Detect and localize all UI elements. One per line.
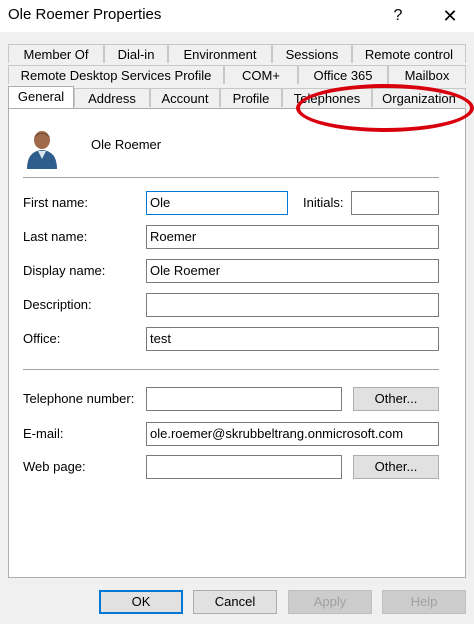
tab-organization[interactable]: Organization bbox=[372, 88, 466, 107]
last-name-label: Last name: bbox=[23, 229, 88, 244]
dialog-body: Member Of Dial-in Environment Sessions R… bbox=[0, 32, 474, 624]
apply-button[interactable]: Apply bbox=[288, 590, 372, 614]
user-display-name: Ole Roemer bbox=[91, 137, 162, 152]
telephone-field[interactable] bbox=[146, 387, 342, 411]
description-field[interactable] bbox=[146, 293, 439, 317]
tab-dial-in[interactable]: Dial-in bbox=[104, 44, 168, 63]
tab-account[interactable]: Account bbox=[150, 88, 220, 107]
last-name-field[interactable]: Roemer bbox=[146, 225, 439, 249]
web-page-label: Web page: bbox=[23, 459, 86, 474]
tab-address[interactable]: Address bbox=[74, 88, 150, 107]
tab-office-365[interactable]: Office 365 bbox=[298, 65, 388, 84]
tab-mailbox[interactable]: Mailbox bbox=[388, 65, 466, 84]
telephone-label: Telephone number: bbox=[23, 391, 135, 406]
first-name-label: First name: bbox=[23, 195, 89, 210]
description-label: Description: bbox=[23, 297, 92, 312]
help-button[interactable]: Help bbox=[382, 590, 466, 614]
initials-field[interactable] bbox=[351, 191, 439, 215]
tab-telephones[interactable]: Telephones bbox=[282, 88, 372, 107]
tab-member-of[interactable]: Member Of bbox=[8, 44, 104, 63]
title-bar: Ole Roemer Properties ? ✕ bbox=[0, 0, 474, 32]
tab-sessions[interactable]: Sessions bbox=[272, 44, 352, 63]
window-title: Ole Roemer Properties bbox=[8, 6, 162, 23]
display-name-label: Display name: bbox=[23, 263, 106, 278]
close-button[interactable]: ✕ bbox=[432, 2, 468, 30]
tab-general[interactable]: General bbox=[8, 86, 74, 108]
separator-middle bbox=[23, 369, 439, 370]
button-bar: OK Cancel Apply Help bbox=[0, 580, 474, 624]
email-label: E-mail: bbox=[23, 426, 64, 441]
separator-top bbox=[23, 177, 439, 178]
web-page-other-button[interactable]: Other... bbox=[353, 455, 439, 479]
cancel-button[interactable]: Cancel bbox=[193, 590, 277, 614]
tab-remote-desktop-services-profile[interactable]: Remote Desktop Services Profile bbox=[8, 65, 224, 84]
general-panel: Ole Roemer First name: Ole Initials: Las… bbox=[8, 108, 466, 578]
initials-label: Initials: bbox=[303, 195, 344, 210]
help-title-button[interactable]: ? bbox=[380, 2, 416, 30]
display-name-field[interactable]: Ole Roemer bbox=[146, 259, 439, 283]
tab-remote-control[interactable]: Remote control bbox=[352, 44, 466, 63]
telephone-other-button[interactable]: Other... bbox=[353, 387, 439, 411]
user-avatar-icon bbox=[27, 131, 57, 169]
ok-button[interactable]: OK bbox=[99, 590, 183, 614]
web-page-field[interactable] bbox=[146, 455, 342, 479]
office-label: Office: bbox=[23, 331, 61, 346]
email-field[interactable]: ole.roemer@skrubbeltrang.onmicrosoft.com bbox=[146, 422, 439, 446]
tab-environment[interactable]: Environment bbox=[168, 44, 272, 63]
tab-profile[interactable]: Profile bbox=[220, 88, 282, 107]
tab-com-plus[interactable]: COM+ bbox=[224, 65, 298, 84]
first-name-field[interactable]: Ole bbox=[146, 191, 288, 215]
office-field[interactable]: test bbox=[146, 327, 439, 351]
